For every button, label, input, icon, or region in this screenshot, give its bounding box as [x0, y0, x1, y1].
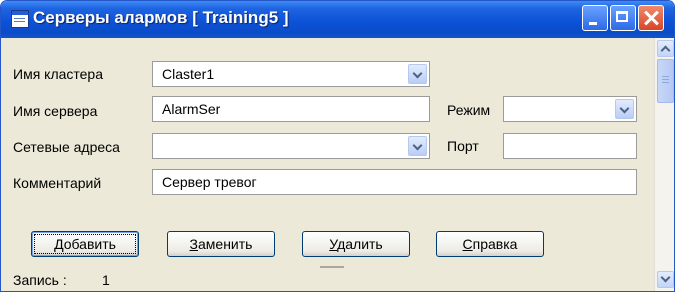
- alarm-servers-window: Серверы алармов [ Training5 ] Имя класте…: [0, 0, 675, 292]
- add-hotkey: Д: [54, 236, 64, 252]
- dropdown-arrow-icon[interactable]: [408, 64, 427, 84]
- replace-label: аменить: [198, 236, 253, 252]
- replace-hotkey: З: [189, 236, 198, 252]
- comment-input[interactable]: Сервер тревог: [152, 169, 637, 195]
- record-value: 1: [102, 272, 110, 288]
- scroll-up-icon[interactable]: [657, 40, 674, 57]
- window-title: Серверы алармов [ Training5 ]: [33, 8, 289, 27]
- delete-hotkey: У: [329, 236, 338, 252]
- server-name-value: AlarmSer: [162, 101, 221, 117]
- help-hotkey: С: [462, 236, 473, 252]
- port-label: Порт: [447, 138, 479, 154]
- record-label: Запись :: [13, 272, 67, 288]
- help-button[interactable]: Справка: [436, 231, 544, 257]
- network-addresses-select[interactable]: [152, 133, 430, 159]
- server-name-label: Имя сервера: [13, 103, 98, 119]
- cluster-select[interactable]: Claster1: [152, 61, 430, 87]
- minimize-icon[interactable]: [582, 5, 608, 31]
- mode-select[interactable]: [503, 96, 637, 122]
- comment-value: Сервер тревог: [162, 174, 257, 190]
- maximize-icon[interactable]: [610, 5, 636, 31]
- delete-label: далить: [337, 236, 383, 252]
- server-name-input[interactable]: AlarmSer: [152, 96, 430, 122]
- help-label: правка: [472, 236, 518, 252]
- network-addresses-label: Сетевые адреса: [13, 139, 120, 155]
- replace-button[interactable]: Заменить: [167, 231, 275, 257]
- dropdown-arrow-icon[interactable]: [615, 99, 634, 119]
- title-bar[interactable]: Серверы алармов [ Training5 ]: [1, 1, 674, 38]
- delete-button[interactable]: Удалить: [302, 231, 410, 257]
- mode-label: Режим: [447, 102, 491, 118]
- separator: [320, 266, 344, 268]
- dropdown-arrow-icon[interactable]: [408, 136, 427, 156]
- comment-label: Комментарий: [13, 175, 102, 191]
- app-window-icon: [11, 10, 29, 28]
- close-icon[interactable]: [638, 5, 664, 31]
- cluster-value: Claster1: [162, 66, 215, 82]
- scroll-thumb[interactable]: [657, 59, 674, 103]
- vertical-scrollbar[interactable]: [654, 38, 674, 291]
- scroll-down-icon[interactable]: [657, 271, 674, 288]
- cluster-label: Имя кластера: [13, 66, 104, 82]
- add-button[interactable]: Добавить: [31, 231, 139, 257]
- port-input[interactable]: [503, 133, 637, 159]
- server-form: Имя кластера Claster1 Имя сервера AlarmS…: [1, 38, 654, 291]
- add-label: обавить: [63, 236, 116, 252]
